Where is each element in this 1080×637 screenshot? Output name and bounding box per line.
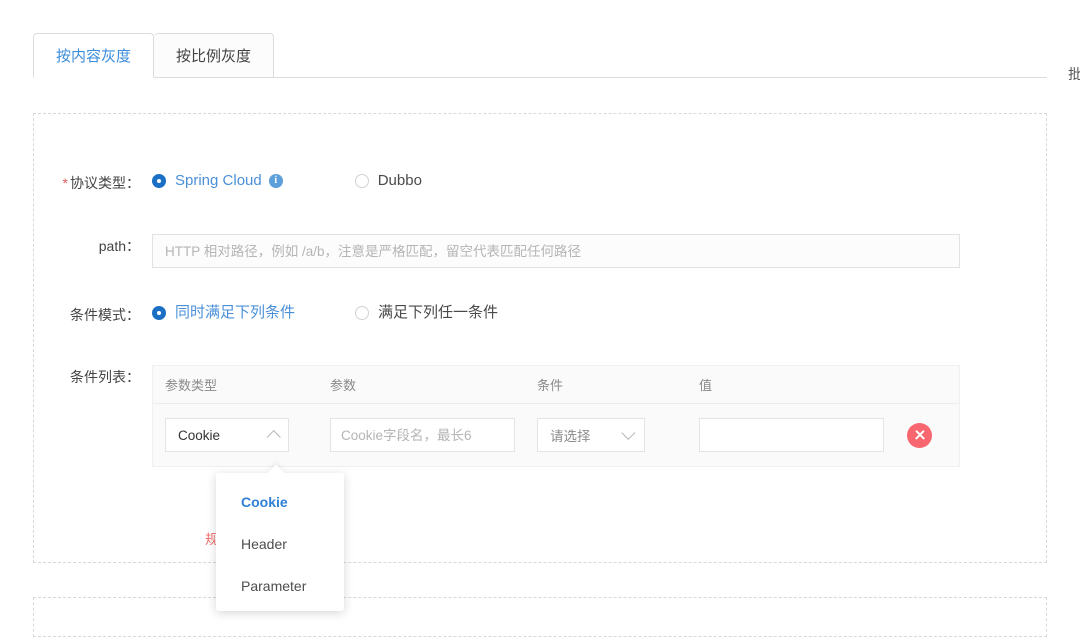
column-header-param: 参数 bbox=[330, 378, 357, 393]
cut-off-right-text: 批 bbox=[1068, 66, 1080, 82]
close-circle-icon[interactable] bbox=[907, 422, 932, 448]
table-row: Cookie 请选择 bbox=[153, 404, 959, 466]
conditions-table: 参数类型 参数 条件 值 Cookie 请选择 bbox=[152, 365, 960, 467]
column-header-value: 值 bbox=[699, 378, 713, 393]
radio-label: 同时满足下列条件 bbox=[175, 304, 296, 321]
cell-condition: 请选择 bbox=[537, 418, 699, 452]
radio-dot-selected-icon bbox=[152, 174, 166, 188]
chevron-up-icon bbox=[266, 430, 281, 445]
condition-select[interactable]: 请选择 bbox=[537, 418, 645, 452]
param-type-dropdown-menu: Cookie Header Parameter bbox=[216, 473, 344, 611]
condition-mode-row: 条件模式： 同时满足下列条件 满足下列任一条件 bbox=[0, 303, 546, 327]
tab-by-content-gray[interactable]: 按内容灰度 bbox=[33, 33, 155, 78]
radio-label: Dubbo bbox=[377, 172, 422, 189]
radio-label: 满足下列任一条件 bbox=[378, 304, 499, 321]
rule-panel-secondary bbox=[33, 597, 1047, 637]
radio-spring-cloud[interactable]: Spring Cloud i bbox=[152, 171, 283, 191]
path-label: path： bbox=[98, 238, 140, 254]
cell-action bbox=[889, 422, 959, 448]
tabs-container: 按内容灰度 按比例灰度 bbox=[33, 33, 1047, 78]
dropdown-item-label: Header bbox=[241, 536, 287, 552]
dropdown-item-label: Parameter bbox=[241, 578, 307, 594]
radio-match-all[interactable]: 同时满足下列条件 bbox=[152, 303, 295, 323]
dropdown-item-header[interactable]: Header bbox=[216, 523, 344, 565]
column-header-condition: 条件 bbox=[537, 378, 564, 393]
cell-param-type: Cookie bbox=[165, 418, 330, 452]
protocol-type-row: * 协议类型： Spring Cloud i Dubbo bbox=[0, 171, 470, 195]
tab-strip: 按内容灰度 按比例灰度 bbox=[33, 33, 1047, 78]
param-type-select-value: Cookie bbox=[178, 427, 221, 443]
tab-label: 按内容灰度 bbox=[56, 48, 132, 65]
dropdown-item-label: Cookie bbox=[241, 494, 288, 510]
chevron-down-icon bbox=[621, 425, 636, 440]
path-row: path： bbox=[0, 234, 960, 268]
cell-param bbox=[330, 418, 537, 452]
condition-value-input[interactable] bbox=[699, 418, 884, 452]
condition-mode-label: 条件模式： bbox=[70, 307, 140, 323]
condition-list-label: 条件列表： bbox=[70, 369, 140, 385]
protocol-type-label: * 协议类型： bbox=[0, 171, 152, 195]
protocol-type-label-text: 协议类型： bbox=[70, 175, 140, 191]
radio-label: Spring Cloud bbox=[175, 172, 262, 189]
tab-label: 按比例灰度 bbox=[176, 48, 252, 65]
dropdown-item-cookie[interactable]: Cookie bbox=[216, 481, 344, 523]
conditions-table-header: 参数类型 参数 条件 值 bbox=[153, 366, 959, 404]
radio-dot-unselected-icon bbox=[355, 306, 370, 320]
radio-dot-selected-icon bbox=[152, 306, 166, 320]
column-header-param-type: 参数类型 bbox=[165, 378, 218, 393]
param-name-input[interactable] bbox=[330, 418, 515, 452]
radio-dubbo[interactable]: Dubbo bbox=[354, 171, 422, 191]
path-input[interactable] bbox=[152, 234, 960, 268]
cell-value bbox=[699, 418, 889, 452]
condition-mode-radio-group: 同时满足下列条件 满足下列任一条件 bbox=[152, 303, 546, 323]
required-marker: * bbox=[62, 175, 68, 191]
condition-list-row: 条件列表： 参数类型 参数 条件 值 Cookie 请选择 bbox=[0, 365, 960, 467]
tab-by-ratio-gray[interactable]: 按比例灰度 bbox=[154, 33, 275, 78]
condition-select-value: 请选择 bbox=[550, 429, 591, 444]
param-type-select[interactable]: Cookie bbox=[165, 418, 289, 452]
info-circle-icon[interactable]: i bbox=[268, 174, 283, 188]
radio-match-any[interactable]: 满足下列任一条件 bbox=[355, 303, 498, 323]
dropdown-item-parameter[interactable]: Parameter bbox=[216, 565, 344, 607]
protocol-type-radio-group: Spring Cloud i Dubbo bbox=[152, 171, 470, 191]
radio-dot-unselected-icon bbox=[354, 174, 369, 188]
